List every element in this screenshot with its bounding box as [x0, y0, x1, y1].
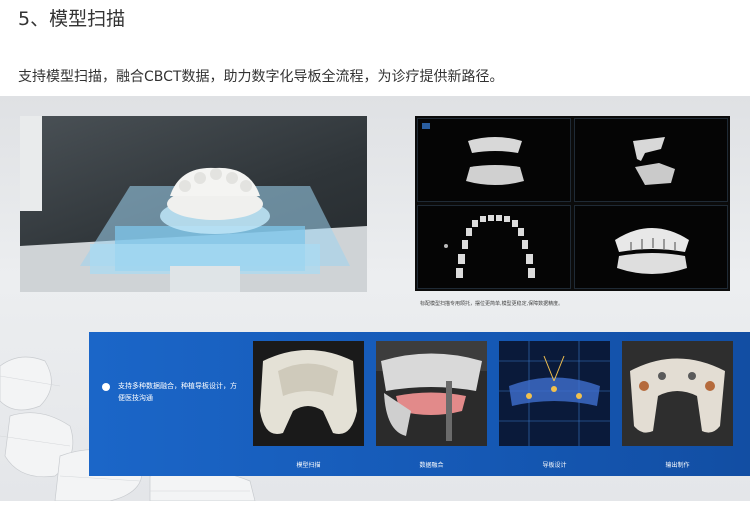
section-title: 5、模型扫描	[18, 8, 126, 30]
guide-design-image	[499, 341, 610, 446]
printed-guide-image	[622, 341, 733, 446]
scanner-photo	[20, 116, 367, 292]
model-on-holder-illustration	[20, 116, 367, 292]
ct-caption: 标配模型扫描专用颌托，摆位更简单,模型更稳定,保障数据精度。	[420, 301, 564, 307]
ct-viewer-panel	[415, 116, 730, 291]
step-label: 输出制作	[665, 462, 690, 469]
ct-view-sagittal	[574, 118, 728, 202]
step-label: 数据融合	[419, 462, 444, 469]
ct-view-axial	[417, 205, 571, 289]
jaw-scan-image	[253, 341, 364, 446]
product-banner: 标配模型扫描专用颌托，摆位更简单,模型更稳定,保障数据精度。 支持多种数据融合，…	[0, 96, 750, 501]
ct-view-coronal	[417, 118, 571, 202]
feature-text: 支持多种数据融合，种植导板设计，方便医技沟通	[118, 382, 237, 402]
bullet-icon	[102, 383, 110, 391]
step-label: 导板设计	[542, 462, 567, 469]
step-label: 模型扫描	[296, 462, 321, 469]
section-description: 支持模型扫描，融合CBCT数据，助力数字化导板全流程，为诊疗提供新路径。	[18, 69, 504, 85]
data-fusion-image	[376, 341, 487, 446]
ct-view-3d	[574, 205, 728, 289]
